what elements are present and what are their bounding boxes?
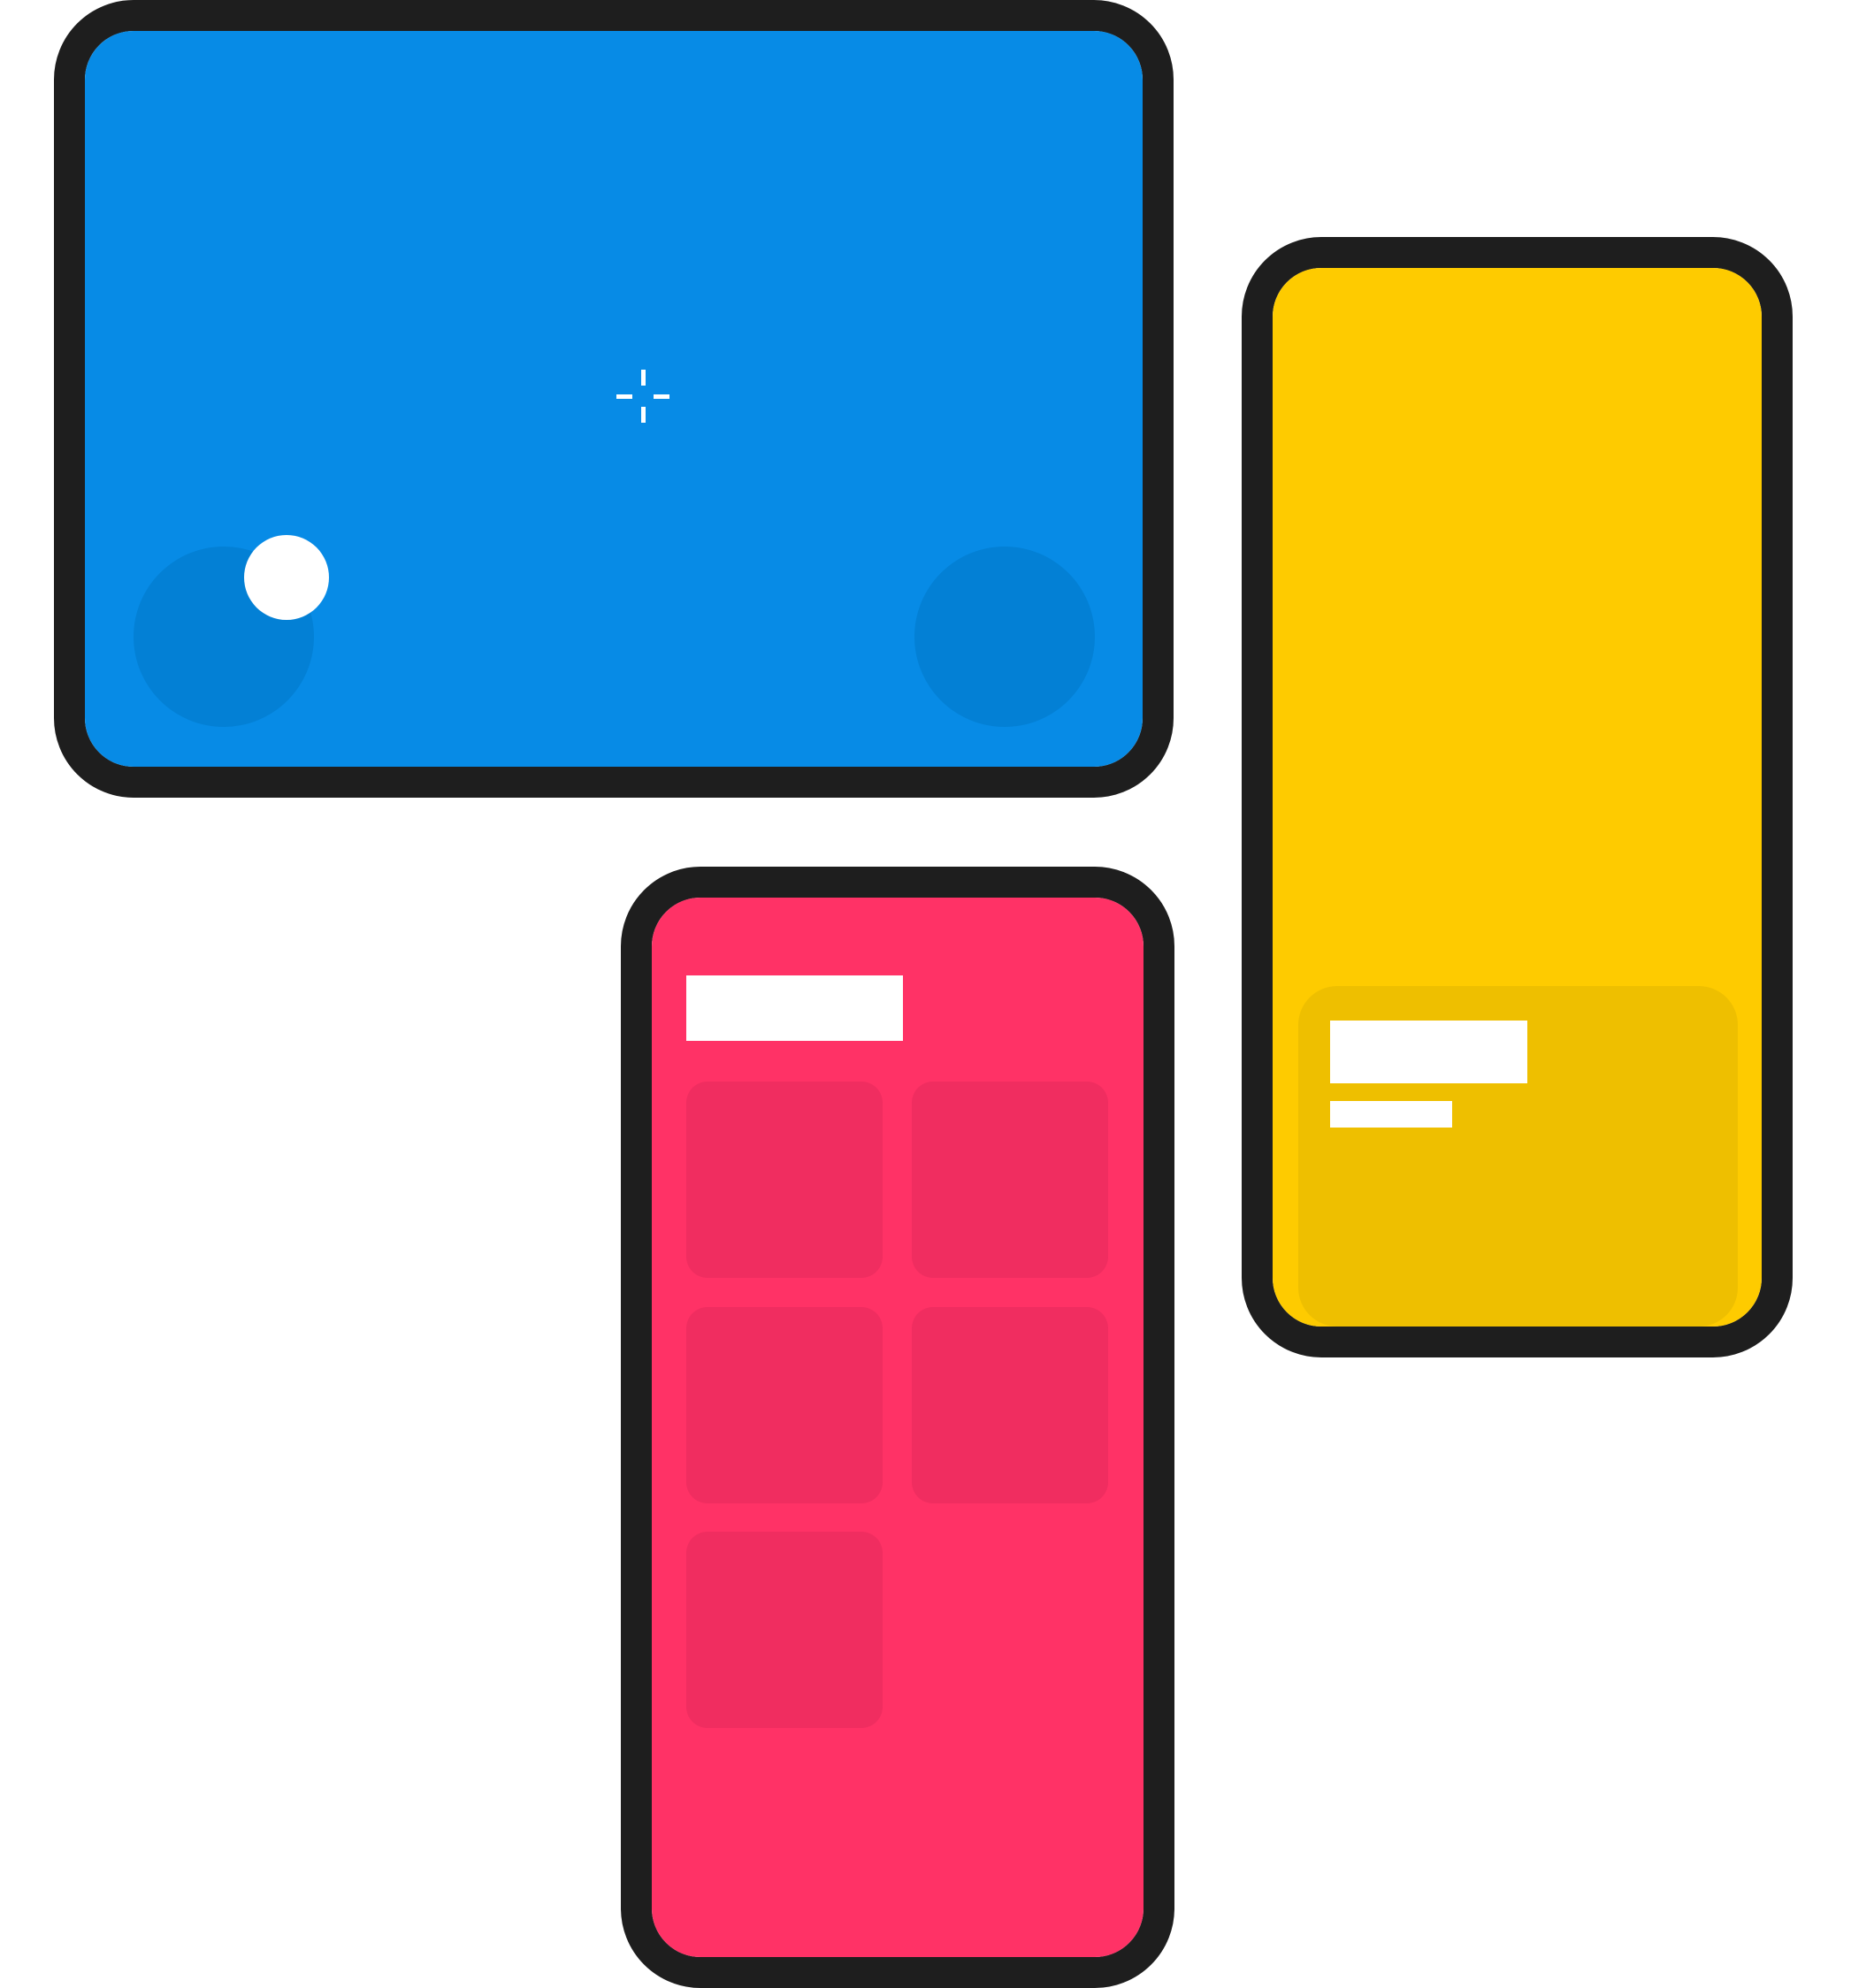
grid-tile[interactable] — [912, 1307, 1108, 1503]
sheet-title-placeholder — [1330, 1021, 1527, 1083]
yellow-phone — [1242, 237, 1793, 1357]
grid-tile[interactable] — [686, 1532, 883, 1728]
pink-screen — [652, 898, 1143, 1957]
bottom-sheet[interactable] — [1298, 986, 1738, 1327]
yellow-screen — [1273, 268, 1762, 1327]
landscape-device — [54, 0, 1174, 798]
right-joystick[interactable] — [914, 547, 1095, 727]
grid-tile[interactable] — [686, 1307, 883, 1503]
game-screen[interactable] — [85, 31, 1143, 767]
grid-tile[interactable] — [912, 1082, 1108, 1278]
pink-phone — [621, 867, 1174, 1988]
left-joystick-knob[interactable] — [244, 535, 329, 620]
header-title-placeholder — [686, 975, 903, 1041]
crosshair-icon — [616, 370, 669, 423]
sheet-subtitle-placeholder — [1330, 1101, 1452, 1128]
grid-tile[interactable] — [686, 1082, 883, 1278]
